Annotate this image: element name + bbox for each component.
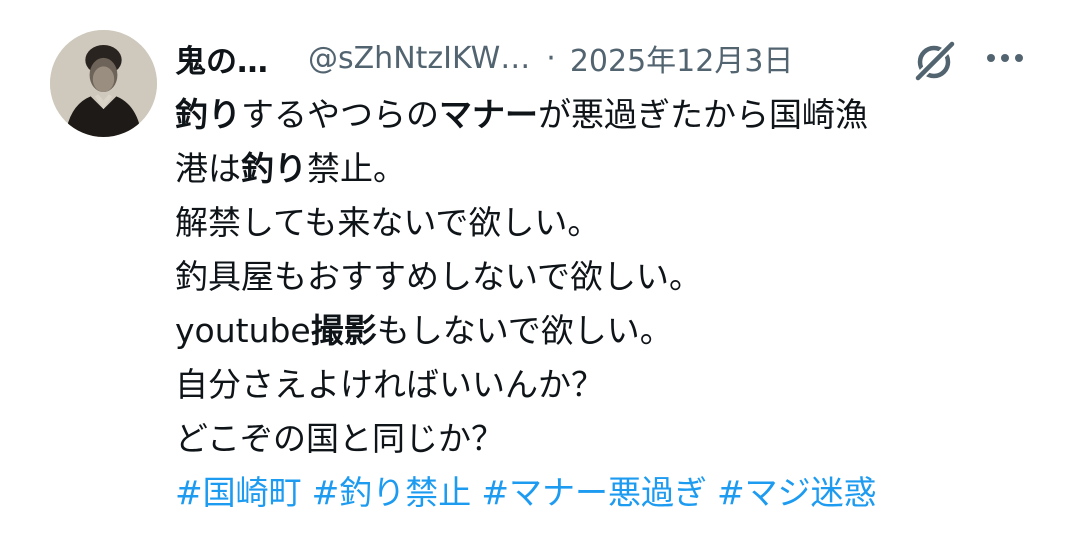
text-segment: 港は (175, 149, 241, 188)
avatar-portrait (50, 30, 157, 137)
post-line: 港は釣り禁止。 (175, 142, 1055, 196)
text-segment: 釣具屋もおすすめしないで欲しい。 (175, 257, 703, 296)
post-line: 釣りするやつらのマナーが悪過ぎたから国崎漁 (175, 88, 1055, 142)
bold-text: 撮影 (310, 311, 377, 350)
separator-dot: · (546, 40, 556, 76)
hashtag-link[interactable]: #マナー悪過ぎ (481, 473, 707, 512)
author-handle[interactable]: @sZhNtzIKW… (308, 41, 530, 76)
more-options-icon[interactable] (980, 38, 1030, 78)
post-text: 釣りするやつらのマナーが悪過ぎたから国崎漁 港は釣り禁止。 解禁しても来ないで欲… (175, 88, 1055, 520)
text-segment: するやつらの (241, 95, 439, 134)
bold-text: マナー (439, 95, 538, 134)
author-display-name[interactable]: 鬼の… (175, 36, 268, 81)
post-line: 解禁しても来ないで欲しい。 (175, 196, 1055, 250)
post-line: 自分さえよければいいんか？ (175, 358, 1055, 412)
hashtag-link[interactable]: #釣り禁止 (312, 473, 472, 512)
text-segment: が悪過ぎたから国崎漁 (538, 95, 868, 134)
text-segment: 自分さえよければいいんか？ (175, 365, 604, 404)
post-line: 釣具屋もおすすめしないで欲しい。 (175, 250, 1055, 304)
hashtag-row: #国崎町 #釣り禁止 #マナー悪過ぎ #マジ迷惑 (175, 466, 1055, 520)
bold-text: 釣り (241, 149, 307, 188)
grok-icon[interactable] (910, 38, 960, 83)
text-segment: 禁止。 (307, 149, 406, 188)
post-date[interactable]: 2025年12月3日 (570, 36, 794, 80)
post-line: youtube撮影もしないで欲しい。 (175, 304, 1055, 358)
text-segment: どこぞの国と同じか？ (175, 419, 505, 458)
post-header: 鬼の… @sZhNtzIKW… · 2025年12月3日 (175, 30, 1055, 86)
post-line: どこぞの国と同じか？ (175, 412, 1055, 466)
avatar[interactable] (50, 30, 157, 137)
bold-text: 釣り (175, 95, 241, 134)
text-segment: youtube (175, 311, 311, 350)
text-segment: もしないで欲しい。 (376, 311, 673, 350)
hashtag-link[interactable]: #マジ迷惑 (717, 473, 877, 512)
hashtag-link[interactable]: #国崎町 (175, 473, 302, 512)
text-segment: 解禁しても来ないで欲しい。 (175, 203, 601, 242)
